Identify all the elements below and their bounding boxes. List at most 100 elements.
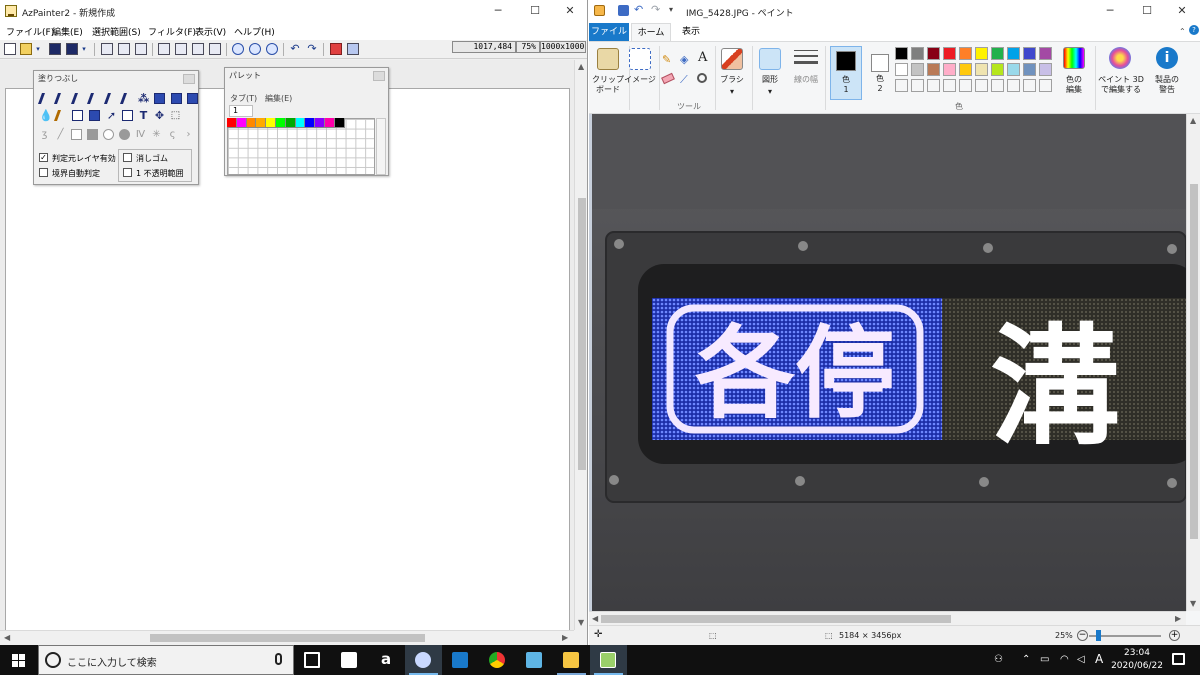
paint3d-icon[interactable] bbox=[1109, 47, 1131, 69]
zoom-in-icon[interactable] bbox=[249, 43, 261, 55]
microphone-icon[interactable] bbox=[275, 653, 282, 665]
color-swatch[interactable] bbox=[1039, 63, 1052, 76]
menu-edit[interactable]: 編集(E) bbox=[52, 25, 83, 38]
color-swatch[interactable] bbox=[911, 63, 924, 76]
notebook-button[interactable] bbox=[516, 645, 553, 675]
brush-icon[interactable] bbox=[721, 48, 743, 70]
circle-fill-icon[interactable] bbox=[119, 129, 130, 140]
menu-file[interactable]: ファイル(F) bbox=[6, 25, 54, 38]
task-view-button[interactable] bbox=[294, 645, 331, 675]
maximize-button[interactable]: ☐ bbox=[1129, 0, 1165, 22]
fit-width-icon[interactable] bbox=[209, 43, 221, 55]
horizontal-scroll-thumb[interactable] bbox=[150, 634, 425, 642]
dot-pen-tool-icon[interactable] bbox=[119, 93, 136, 104]
table-grid-icon[interactable] bbox=[192, 43, 204, 55]
line-icon[interactable]: ╱ bbox=[55, 129, 66, 140]
color2-button[interactable]: 色 2 bbox=[865, 46, 895, 100]
zoom-out-button[interactable]: − bbox=[1077, 630, 1088, 641]
mask-tool-icon[interactable] bbox=[187, 93, 198, 104]
paint-vertical-scroll-thumb[interactable] bbox=[1190, 184, 1198, 539]
clock-time[interactable]: 23:04 bbox=[1116, 648, 1158, 658]
open-folder-icon[interactable] bbox=[20, 43, 32, 55]
palette-swatch[interactable] bbox=[256, 118, 267, 128]
undo-icon[interactable]: ↶ bbox=[289, 43, 301, 55]
palette-swatch[interactable] bbox=[334, 118, 345, 128]
palette-scrollbar[interactable] bbox=[376, 118, 386, 175]
text-tool-icon[interactable]: T bbox=[138, 110, 149, 121]
mail-button[interactable] bbox=[442, 645, 479, 675]
new-file-icon[interactable] bbox=[4, 43, 16, 55]
tab-file[interactable]: ファイル bbox=[589, 23, 629, 41]
menu-view[interactable]: 表示(V) bbox=[195, 25, 226, 38]
scroll-right-icon[interactable]: ▶ bbox=[1175, 614, 1181, 623]
scroll-down-icon[interactable]: ▼ bbox=[578, 618, 584, 627]
close-button[interactable]: ✕ bbox=[1164, 0, 1200, 22]
product-alert-label[interactable]: 製品の 警告 bbox=[1149, 75, 1185, 95]
color-swatch[interactable] bbox=[959, 47, 972, 60]
fill-drop-icon[interactable]: 💧 bbox=[39, 110, 53, 121]
save-dropdown-icon[interactable]: ▾ bbox=[80, 43, 88, 55]
color-swatch[interactable] bbox=[959, 63, 972, 76]
palette-swatch[interactable] bbox=[305, 118, 316, 128]
rotate-icon[interactable] bbox=[347, 43, 359, 55]
fill-panel-close-button[interactable] bbox=[183, 74, 195, 84]
custom-color-swatch[interactable] bbox=[959, 79, 972, 92]
azpainter-titlebar[interactable]: AzPainter2 - 新規作成 ─ ☐ ✕ bbox=[0, 0, 587, 22]
tab-view[interactable]: 表示 bbox=[675, 23, 707, 41]
zoom-fit-icon[interactable] bbox=[232, 43, 244, 55]
opaque-range-checkbox[interactable] bbox=[123, 168, 132, 177]
eraser-checkbox[interactable] bbox=[123, 153, 132, 162]
zoom-slider-thumb[interactable] bbox=[1096, 630, 1102, 641]
brush-dropdown-icon[interactable]: ▾ bbox=[715, 87, 749, 97]
image-label[interactable]: イメージ bbox=[622, 75, 658, 85]
scroll-right-icon[interactable]: ▶ bbox=[562, 633, 568, 642]
scroll-up-icon[interactable]: ▲ bbox=[578, 62, 584, 71]
line-width-label[interactable]: 線の幅 bbox=[789, 75, 823, 85]
color-picker-icon[interactable]: ⟋ bbox=[680, 74, 692, 86]
color-swatch[interactable] bbox=[927, 63, 940, 76]
custom-color-swatch[interactable] bbox=[927, 79, 940, 92]
brush-tool-icon[interactable] bbox=[70, 93, 87, 104]
canvas-tool-icon[interactable] bbox=[122, 110, 133, 121]
layer-source-checkbox[interactable]: ✓ bbox=[39, 153, 48, 162]
rect-fill-tool-icon[interactable] bbox=[154, 93, 165, 104]
line-width-icon[interactable] bbox=[794, 50, 818, 51]
line-width-icon[interactable] bbox=[794, 61, 818, 64]
smudge-tool-icon[interactable]: ⁂ bbox=[138, 93, 149, 104]
fill-icon[interactable]: ◈ bbox=[680, 54, 692, 66]
custom-color-swatch[interactable] bbox=[1023, 79, 1036, 92]
select-rect-icon[interactable] bbox=[72, 110, 83, 121]
freehand-icon[interactable]: ʒ bbox=[39, 129, 50, 140]
shapes-dropdown-icon[interactable]: ▾ bbox=[755, 87, 785, 97]
move-tool-icon[interactable]: ➚ bbox=[106, 110, 117, 121]
color-swatch[interactable] bbox=[927, 47, 940, 60]
palette-swatch[interactable] bbox=[285, 118, 296, 128]
lasso-icon[interactable]: ς bbox=[167, 129, 178, 140]
pencil-tool-icon[interactable] bbox=[53, 93, 70, 104]
maximize-button[interactable]: ☐ bbox=[517, 0, 553, 22]
search-box[interactable]: ここに入力して検索 bbox=[38, 645, 294, 675]
palette-swatch[interactable] bbox=[295, 118, 306, 128]
redo-icon[interactable]: ↷ bbox=[306, 43, 318, 55]
minimize-button[interactable]: ─ bbox=[1092, 0, 1128, 22]
zoom-out-icon[interactable] bbox=[266, 43, 278, 55]
color-swatch[interactable] bbox=[991, 63, 1004, 76]
magnifier-icon[interactable] bbox=[697, 73, 707, 83]
edit-colors-label[interactable]: 色の 編集 bbox=[1056, 75, 1092, 95]
color-swatch[interactable] bbox=[943, 47, 956, 60]
palette-panel-title[interactable]: パレット bbox=[225, 68, 388, 84]
store-button[interactable] bbox=[331, 645, 368, 675]
line-width-icon[interactable] bbox=[794, 55, 818, 57]
palette-menu-tab[interactable]: タブ(T) bbox=[230, 93, 257, 104]
color-swatch[interactable] bbox=[943, 63, 956, 76]
palette-swatch[interactable] bbox=[227, 118, 237, 128]
color-swatch[interactable] bbox=[1007, 47, 1020, 60]
tool-panel-icon[interactable] bbox=[135, 43, 147, 55]
clipboard-label[interactable]: クリップ ボード bbox=[590, 75, 626, 95]
gradient-tool-icon[interactable] bbox=[53, 110, 70, 121]
amazon-button[interactable]: a bbox=[368, 645, 405, 675]
deselect-icon[interactable] bbox=[175, 43, 187, 55]
selection-icon[interactable]: ⬚ bbox=[170, 110, 181, 121]
color-swatch[interactable] bbox=[895, 63, 908, 76]
layer-icon[interactable] bbox=[101, 43, 113, 55]
